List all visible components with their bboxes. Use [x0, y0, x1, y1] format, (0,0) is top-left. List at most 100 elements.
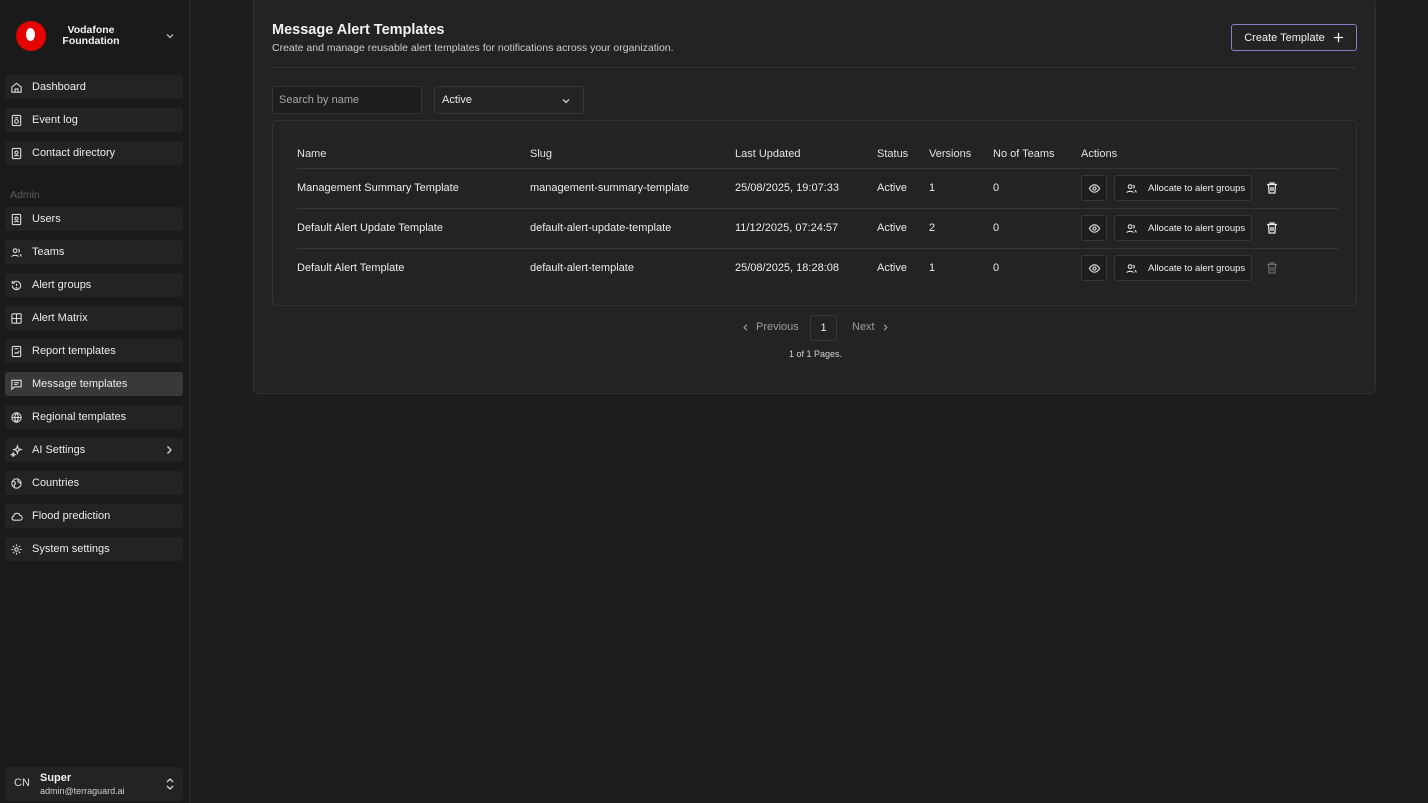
row-last-updated: 25/08/2025, 19:07:33: [735, 182, 839, 194]
status-filter-select[interactable]: Active: [434, 86, 584, 114]
row-versions: 2: [929, 222, 936, 234]
pagination-previous[interactable]: Previous: [741, 321, 799, 333]
templates-table: Name Slug Last Updated Status Versions N…: [272, 120, 1357, 306]
globe-icon: [11, 411, 22, 423]
sidebar-item-label: Countries: [32, 477, 80, 489]
sidebar-item-flood-prediction[interactable]: Flood prediction: [5, 504, 183, 528]
user-name: Super: [40, 772, 72, 784]
row-slug: default-alert-template: [530, 262, 634, 274]
column-header-last-updated: Last Updated: [735, 148, 801, 160]
sidebar-item-label: Message templates: [32, 378, 128, 390]
org-switcher[interactable]: Vodafone Foundation: [16, 20, 182, 52]
row-divider: [297, 208, 1339, 209]
sidebar-item-label: AI Settings: [32, 444, 86, 456]
search-input[interactable]: [272, 86, 422, 114]
column-header-status: Status: [877, 148, 909, 160]
sidebar: Vodafone Foundation Dashboard Event log …: [0, 0, 190, 803]
eye-icon: [1088, 223, 1100, 233]
admin-section-label: Admin: [10, 189, 40, 201]
brand-name: Vodafone Foundation: [62, 24, 120, 47]
create-template-label: Create Template: [1244, 31, 1325, 44]
sidebar-item-alert-matrix[interactable]: Alert Matrix: [5, 306, 183, 330]
chevron-right-icon: [883, 323, 888, 331]
allocate-label: Allocate to alert groups: [1148, 222, 1246, 234]
sidebar-item-users[interactable]: Users: [5, 207, 183, 231]
view-template-button[interactable]: [1081, 255, 1107, 281]
sidebar-item-label: Regional templates: [32, 411, 127, 423]
allocate-alert-groups-button[interactable]: Allocate to alert groups: [1114, 175, 1252, 201]
sidebar-item-label: Alert Matrix: [32, 312, 88, 324]
sidebar-item-label: Event log: [32, 114, 78, 126]
chevron-up-down-icon: [166, 778, 174, 790]
sidebar-item-dashboard[interactable]: Dashboard: [5, 75, 183, 99]
row-teams: 0: [993, 262, 1000, 274]
contact-book-icon: [11, 147, 22, 159]
row-name: Default Alert Update Template: [297, 222, 443, 234]
gear-icon: [11, 543, 22, 555]
pagination-next-label: Next: [852, 321, 875, 333]
column-header-teams: No of Teams: [993, 148, 1055, 160]
vodafone-logo-icon: [16, 21, 46, 51]
user-badge-icon: [11, 213, 22, 225]
report-icon: [11, 345, 22, 357]
sidebar-item-regional-templates[interactable]: Regional templates: [5, 405, 183, 429]
sidebar-item-label: Users: [32, 213, 61, 225]
allocate-label: Allocate to alert groups: [1148, 182, 1246, 194]
row-status: Active: [877, 262, 907, 274]
eye-icon: [1088, 263, 1100, 273]
sidebar-item-teams[interactable]: Teams: [5, 240, 183, 264]
pagination-page-current[interactable]: 1: [810, 315, 837, 341]
chevron-down-icon: [562, 99, 570, 104]
header-divider: [272, 67, 1357, 68]
pagination-previous-label: Previous: [756, 321, 799, 333]
column-header-versions: Versions: [929, 148, 972, 160]
message-icon: [11, 379, 22, 390]
column-header-slug: Slug: [530, 148, 553, 160]
row-teams: 0: [993, 182, 1000, 194]
chevron-left-icon: [743, 323, 748, 331]
sidebar-item-label: Flood prediction: [32, 510, 111, 522]
cloud-icon: [11, 512, 23, 521]
eye-icon: [1088, 183, 1100, 193]
sidebar-item-countries[interactable]: Countries: [5, 471, 183, 495]
users-icon: [11, 247, 22, 257]
pagination-next[interactable]: Next: [852, 321, 890, 333]
sidebar-item-label: Teams: [32, 246, 65, 258]
row-status: Active: [877, 222, 907, 234]
create-template-button[interactable]: Create Template: [1231, 24, 1357, 51]
trash-icon[interactable]: [1265, 181, 1279, 195]
sidebar-item-label: Dashboard: [32, 81, 86, 93]
sidebar-item-message-templates[interactable]: Message templates: [5, 372, 183, 396]
view-template-button[interactable]: [1081, 175, 1107, 201]
chevron-right-icon: [167, 446, 172, 454]
grid-icon: [11, 312, 22, 324]
user-email: admin@terraguard.ai: [40, 786, 125, 796]
sidebar-item-ai-settings[interactable]: AI Settings: [5, 438, 183, 462]
sidebar-item-label: Alert groups: [32, 279, 92, 291]
avatar: CN: [14, 777, 30, 789]
page-title: Message Alert Templates: [272, 22, 445, 38]
sidebar-item-label: Report templates: [32, 345, 116, 357]
trash-icon[interactable]: [1265, 221, 1279, 235]
allocate-label: Allocate to alert groups: [1148, 262, 1246, 274]
sidebar-item-label: System settings: [32, 543, 110, 555]
row-slug: default-alert-update-template: [530, 222, 672, 234]
alert-history-icon: [11, 280, 22, 290]
row-teams: 0: [993, 222, 1000, 234]
sidebar-item-alert-groups[interactable]: Alert groups: [5, 273, 183, 297]
sidebar-item-event-log[interactable]: Event log: [5, 108, 183, 132]
sidebar-item-report-templates[interactable]: Report templates: [5, 339, 183, 363]
page-subtitle: Create and manage reusable alert templat…: [272, 42, 674, 54]
allocate-alert-groups-button[interactable]: Allocate to alert groups: [1114, 255, 1252, 281]
row-last-updated: 11/12/2025, 07:24:57: [735, 222, 839, 234]
sidebar-item-contact-directory[interactable]: Contact directory: [5, 141, 183, 165]
user-menu[interactable]: CN Super admin@terraguard.ai: [5, 767, 183, 801]
view-template-button[interactable]: [1081, 215, 1107, 241]
sidebar-item-system-settings[interactable]: System settings: [5, 537, 183, 561]
column-header-actions: Actions: [1081, 148, 1118, 160]
row-divider: [297, 168, 1339, 169]
sidebar-item-label: Contact directory: [32, 147, 116, 159]
plus-icon: [1333, 32, 1343, 43]
allocate-alert-groups-button[interactable]: Allocate to alert groups: [1114, 215, 1252, 241]
row-divider: [297, 248, 1339, 249]
